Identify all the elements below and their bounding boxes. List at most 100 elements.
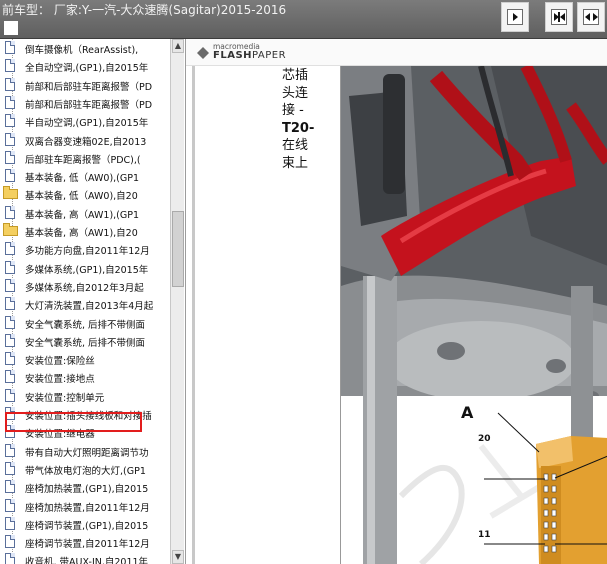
document-icon (5, 388, 15, 402)
sidebar-item-selected[interactable]: 安装位置:控制单元 (0, 387, 170, 405)
document-icon (5, 443, 15, 457)
play-right-icon (507, 9, 523, 25)
sidebar-item[interactable]: 安全气囊系统, 后排不带侧面 (0, 314, 170, 332)
window-title: 前车型： 厂家:Y-一汽-大众速腾(Sagitar)2015-2016 (2, 3, 287, 17)
sidebar-item-label: 安装位置:控制单元 (25, 392, 105, 404)
app-icon (4, 21, 18, 35)
document-text: 芯插 头连 接 - T20- 在线 束上 (282, 67, 342, 172)
sidebar-item[interactable]: 基本装备, 高（AW1),(GP1 (0, 204, 170, 222)
document-icon (5, 333, 15, 347)
folder-icon (3, 186, 18, 200)
folder-icon (3, 223, 18, 236)
sidebar-item[interactable]: 大灯清洗装置,自2013年4月起 (0, 295, 170, 313)
pin-label-20: 20 (477, 434, 492, 444)
sidebar-item[interactable]: 双离合器变速箱02E,自2013 (0, 131, 170, 149)
sidebar-item-label: 全自动空调,(GP1),自2015年 (25, 63, 149, 75)
sidebar-item-label: 基本装备, 低（AW0),(GP1 (25, 173, 140, 185)
sidebar-item[interactable]: 后部驻车距离报警（PDC),( (0, 149, 170, 167)
fit-width-icon (551, 9, 567, 25)
document-icon (5, 352, 15, 366)
sidebar-item[interactable]: 多媒体系统,(GP1),自2015年 (0, 259, 170, 277)
sidebar-item[interactable]: 基本装备, 低（AW0),(GP1 (0, 167, 170, 185)
title-bar: 前车型： 厂家:Y-一汽-大众速腾(Sagitar)2015-2016 (0, 0, 607, 39)
sidebar-item[interactable]: 座椅调节装置,(GP1),自2015 (0, 515, 170, 533)
zoom-button[interactable] (577, 2, 605, 32)
sidebar-item[interactable]: 带有自动大灯照明距离调节功 (0, 442, 170, 460)
sidebar-item[interactable]: 座椅调节装置,自2011年12月 (0, 533, 170, 551)
sidebar-item-label: 带气体放电灯泡的大灯,(GP1 (25, 465, 146, 477)
document-icon (5, 205, 15, 219)
text-line: 头连 (282, 85, 309, 101)
text-line: 在线 (282, 138, 309, 153)
sidebar-item-label: 安装位置:接地点 (25, 374, 95, 386)
bookmark-sidebar: 倒车摄像机（RearAssist), 全自动空调,(GP1),自2015年 前部和后… (0, 39, 186, 564)
document-icon (5, 278, 15, 292)
sidebar-item[interactable]: 多功能方向盘,自2011年12月 (0, 240, 170, 258)
pin-label-11: 11 (477, 530, 492, 540)
text-line: T20- (282, 120, 315, 136)
sidebar-item[interactable]: 前部和后部驻车距离报警（PD (0, 94, 170, 112)
document-icon (5, 59, 15, 73)
scrollbar-thumb[interactable] (172, 211, 184, 287)
sidebar-item[interactable]: 座椅加热装置,自2011年12月 (0, 497, 170, 515)
fit-width-button[interactable] (545, 2, 573, 32)
sidebar-item[interactable]: 安装位置:接地点 (0, 368, 170, 386)
sidebar-item-label: 座椅调节装置,(GP1),自2015 (25, 520, 149, 532)
sidebar-item-label: 座椅加热装置,(GP1),自2015 (25, 484, 149, 496)
scroll-up-arrow-icon[interactable]: ▲ (172, 39, 184, 53)
document-icon (5, 297, 15, 311)
sidebar-item[interactable]: 安装位置:保险丝 (0, 350, 170, 368)
sidebar-item[interactable]: 半自动空调,(GP1),自2015年 (0, 112, 170, 130)
sidebar-item-label: 安全气囊系统, 后排不带侧面 (25, 337, 146, 349)
sidebar-item-label: 基本装备, 低（AW0),自20 (25, 191, 138, 203)
document-icon (5, 41, 15, 54)
installation-photo: A 20 11 (340, 66, 607, 564)
document-icon (5, 498, 15, 512)
document-icon (5, 480, 15, 494)
document-icon (5, 169, 15, 183)
document-icon (5, 315, 15, 329)
document-viewer: macromedia FLASHPAPER 芯插 头连 接 - T20- 在线 … (186, 39, 607, 564)
document-icon (5, 77, 15, 91)
document-icon (5, 461, 15, 475)
document-icon (5, 150, 15, 164)
sidebar-item[interactable]: 前部和后部驻车距离报警（PD (0, 76, 170, 94)
document-icon (5, 95, 15, 109)
sidebar-item-label: 前部和后部驻车距离报警（PD (25, 81, 153, 93)
sidebar-item[interactable]: 安全气囊系统, 后排不带侧面 (0, 332, 170, 350)
sidebar-item-label: 多功能方向盘,自2011年12月 (25, 246, 150, 258)
text-line: 芯插 (282, 68, 309, 83)
document-icon (5, 114, 15, 128)
sidebar-item-label: 后部驻车距离报警（PDC),( (25, 154, 141, 166)
document-icon (5, 242, 15, 256)
photo-illustration (341, 66, 607, 564)
sidebar-item[interactable]: 多媒体系统,自2012年3月起 (0, 277, 170, 295)
sidebar-item-label: 座椅调节装置,自2011年12月 (25, 539, 150, 551)
sidebar-item-label: 基本装备, 高（AW1),(GP1 (25, 209, 140, 221)
sidebar-item-label: 双离合器变速箱02E,自2013 (25, 136, 147, 148)
sidebar-item[interactable]: 收音机, 带AUX-IN,自2011年 (0, 551, 170, 564)
sidebar-item-label: 带有自动大灯照明距离调节功 (25, 447, 149, 459)
sidebar-item[interactable]: 基本装备, 低（AW0),自20 (0, 185, 170, 203)
next-page-button[interactable] (501, 2, 529, 32)
scroll-down-arrow-icon[interactable]: ▼ (172, 550, 184, 564)
document-icon (5, 535, 15, 549)
document-icon (5, 553, 15, 564)
sidebar-item[interactable]: 带气体放电灯泡的大灯,(GP1 (0, 460, 170, 478)
document-icon (5, 260, 15, 274)
sidebar-item-label: 倒车摄像机（RearAssist), (25, 45, 139, 56)
sidebar-item[interactable]: 座椅加热装置,(GP1),自2015 (0, 478, 170, 496)
sidebar-item-label: 基本装备, 高（AW1),自20 (25, 228, 138, 239)
sidebar-scrollbar[interactable]: ▲ ▼ (170, 39, 184, 564)
text-line: 接 - (282, 103, 304, 118)
document-icon (5, 132, 15, 146)
document-icon (5, 370, 15, 384)
sidebar-item-label: 安装位置:保险丝 (25, 356, 95, 368)
sidebar-item-label: 半自动空调,(GP1),自2015年 (25, 118, 149, 130)
sidebar-item[interactable]: 基本装备, 高（AW1),自20 (0, 222, 170, 240)
text-line: 束上 (282, 155, 309, 171)
sidebar-item[interactable]: 全自动空调,(GP1),自2015年 (0, 57, 170, 75)
sidebar-item[interactable]: 倒车摄像机（RearAssist), (0, 39, 170, 57)
flashpaper-logo-icon (197, 47, 209, 59)
page-edge (192, 66, 195, 564)
